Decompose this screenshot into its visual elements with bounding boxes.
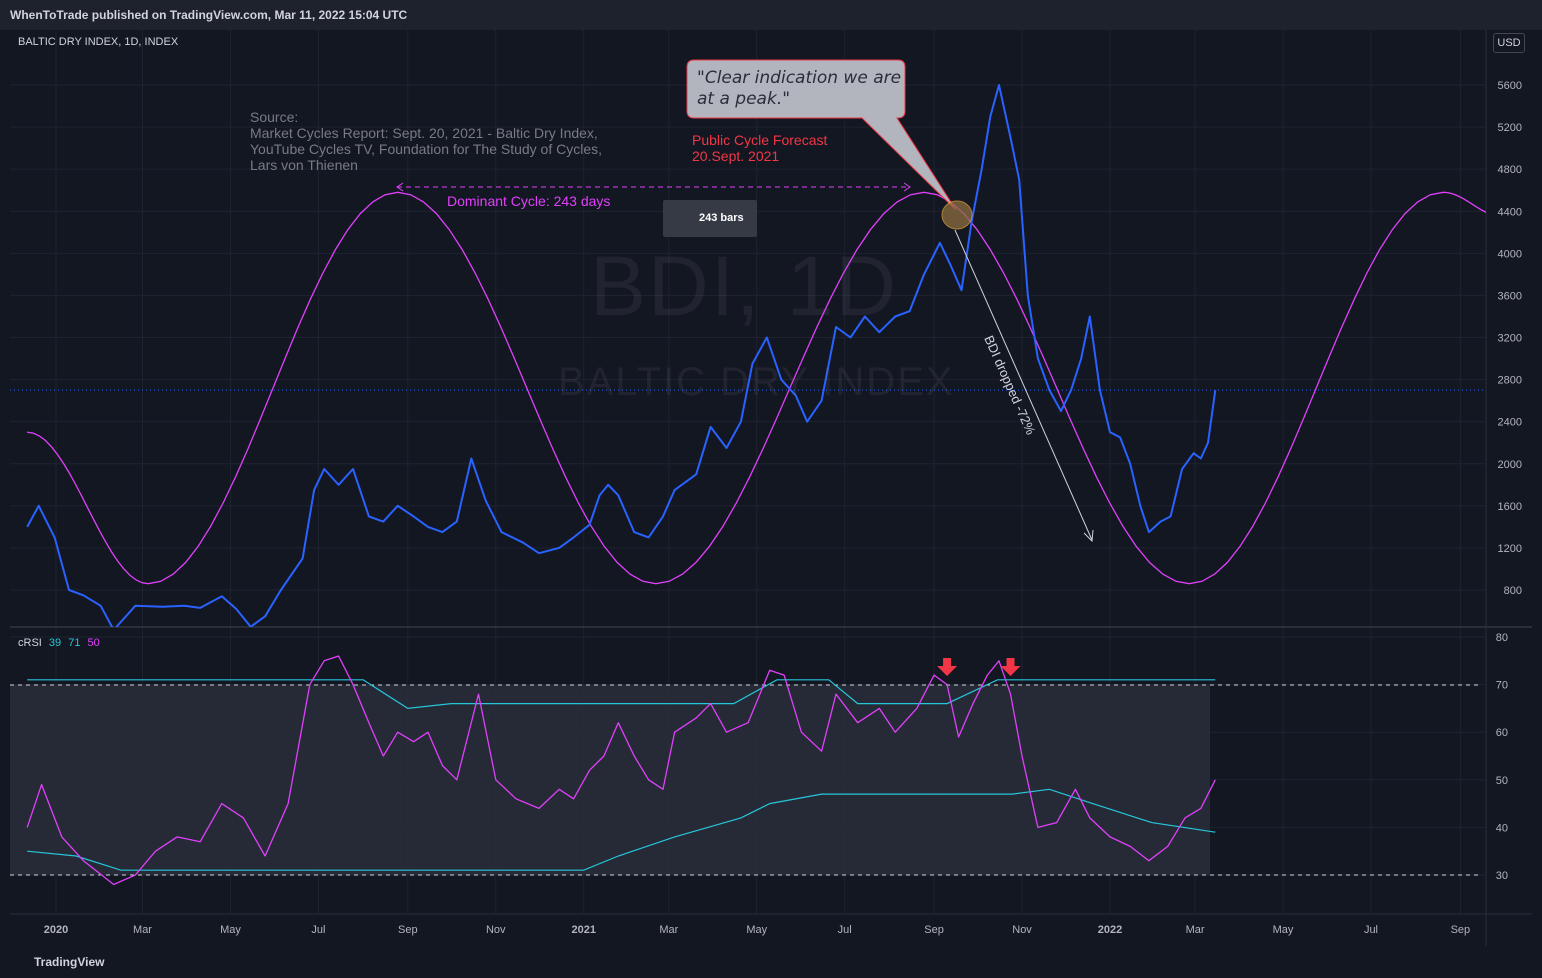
source-note: Source: Market Cycles Report: Sept. 20, … <box>250 109 603 173</box>
x-tick-label: Mar <box>133 924 152 936</box>
x-tick-label: 2022 <box>1098 924 1122 936</box>
price-tick-label: 2000 <box>1498 459 1522 471</box>
price-tick-label: 5600 <box>1498 80 1522 92</box>
x-tick-label: Jul <box>1364 924 1378 936</box>
x-tick-label: 2021 <box>571 924 595 936</box>
price-tick-label: 4400 <box>1498 206 1522 218</box>
crsi-tick-label: 60 <box>1496 727 1508 739</box>
price-tick-label: 3600 <box>1498 290 1522 302</box>
price-tick-label: 2400 <box>1498 417 1522 429</box>
x-tick-label: Mar <box>659 924 678 936</box>
x-tick-label: Sep <box>924 924 944 936</box>
price-tick-label: 3200 <box>1498 333 1522 345</box>
footer-brand: TradingView <box>34 955 105 969</box>
watermark-main: BDI, 1D <box>590 239 899 333</box>
x-tick-label: 2020 <box>44 924 68 936</box>
price-tick-label: 2800 <box>1498 375 1522 387</box>
crsi-legend[interactable]: cRSI 39 71 50 <box>18 637 100 649</box>
x-tick-label: Sep <box>398 924 418 936</box>
footer-bar: TradingView <box>0 946 1542 978</box>
currency-button[interactable]: USD <box>1493 33 1525 53</box>
crsi-legend-upper: 71 <box>68 637 81 649</box>
callout-text: "Clear indication we are at a peak." <box>697 68 902 109</box>
watermark-sub: BALTIC DRY INDEX <box>558 360 955 404</box>
x-tick-label: May <box>1273 924 1294 936</box>
forecast-note: Public Cycle Forecast 20.Sept. 2021 <box>692 132 828 164</box>
price-tick-label: 5200 <box>1498 122 1522 134</box>
x-tick-label: Sep <box>1451 924 1471 936</box>
bars-measure-box: 243 bars <box>663 200 757 237</box>
crsi-tick-label: 70 <box>1496 680 1508 692</box>
crsi-tick-label: 80 <box>1496 632 1508 644</box>
x-tick-label: Nov <box>486 924 506 936</box>
peak-marker[interactable] <box>941 200 973 230</box>
symbol-title[interactable]: BALTIC DRY INDEX, 1D, INDEX <box>18 36 178 48</box>
crsi-tick-label: 40 <box>1496 822 1508 834</box>
price-tick-label: 4800 <box>1498 164 1522 176</box>
time-axis[interactable]: 2020 Mar May Jul Sep Nov 2021 Mar May Jul Sep Nov 20… <box>44 924 1470 936</box>
crsi-legend-value: 50 <box>87 637 100 649</box>
x-tick-label: Nov <box>1012 924 1032 936</box>
crsi-legend-lower: 39 <box>48 637 62 649</box>
chart-canvas[interactable]: BDI dropped -72% 56005200480044004000360… <box>0 30 1542 946</box>
price-tick-label: 1600 <box>1498 501 1522 513</box>
price-tick-label: 1200 <box>1498 543 1522 555</box>
crsi-tick-label: 50 <box>1496 775 1508 787</box>
x-tick-label: Mar <box>1186 924 1205 936</box>
crsi-legend-name: cRSI <box>18 637 42 649</box>
x-tick-label: Jul <box>838 924 852 936</box>
publisher-text: WhenToTrade published on TradingView.com… <box>10 8 408 22</box>
price-tick-label: 4000 <box>1498 248 1522 260</box>
cycle-label: Dominant Cycle: 243 days <box>447 193 611 209</box>
price-tick-label: 800 <box>1504 585 1522 597</box>
x-tick-label: Jul <box>311 924 325 936</box>
crsi-tick-label: 30 <box>1496 870 1508 882</box>
publisher-bar: WhenToTrade published on TradingView.com… <box>0 0 1542 30</box>
x-tick-label: May <box>220 924 241 936</box>
bars-measure-label: 243 bars <box>699 212 744 224</box>
x-tick-label: May <box>746 924 767 936</box>
crsi-band-fill <box>10 685 1210 875</box>
